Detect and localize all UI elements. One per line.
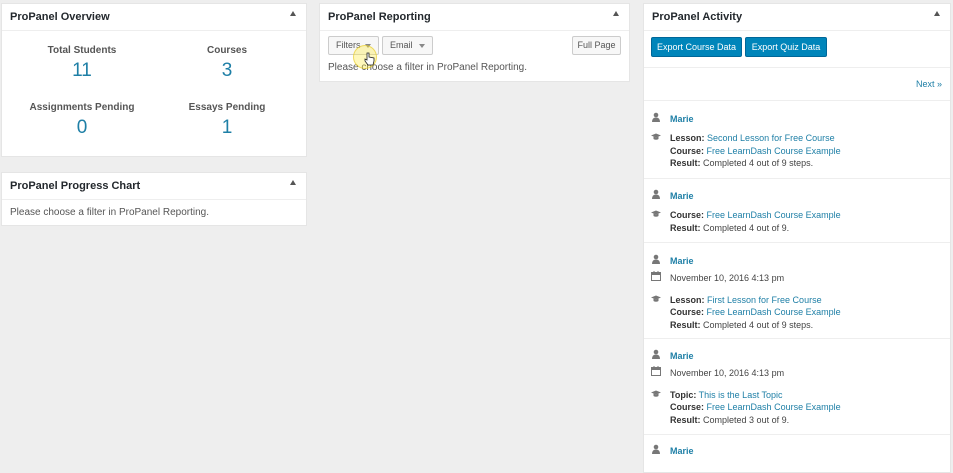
- reporting-panel: ProPanel Reporting Filters Email Full Pa…: [319, 3, 630, 82]
- divider: [644, 434, 950, 435]
- stat-value: 1: [221, 117, 233, 138]
- activity-date: November 10, 2016 4:13 pm: [670, 368, 785, 378]
- activity-course-line: Course: Free LearnDash Course Example: [670, 146, 841, 156]
- stat-label: Courses: [206, 45, 247, 56]
- stat-value: 3: [221, 60, 233, 81]
- graduation-cap-icon: [651, 390, 661, 397]
- course-label: Course:: [670, 402, 705, 412]
- divider: [644, 67, 950, 68]
- stat-courses: Courses 3: [152, 45, 302, 82]
- collapse-arrow-icon[interactable]: [613, 11, 619, 16]
- progress-chart-header[interactable]: ProPanel Progress Chart: [2, 173, 306, 200]
- divider: [644, 242, 950, 243]
- activity-result-line: Result: Completed 4 out of 9.: [670, 223, 789, 233]
- divider: [644, 338, 950, 339]
- overview-header[interactable]: ProPanel Overview: [2, 4, 306, 31]
- lesson-link[interactable]: First Lesson for Free Course: [707, 295, 822, 305]
- activity-user-link[interactable]: Marie: [670, 114, 694, 124]
- activity-result-line: Result: Completed 3 out of 9.: [670, 415, 789, 425]
- result-label: Result:: [670, 320, 701, 330]
- next-link[interactable]: Next »: [916, 79, 942, 89]
- calendar-icon: [651, 366, 661, 376]
- topic-label: Topic:: [670, 390, 697, 400]
- export-course-data-button[interactable]: Export Course Data: [651, 37, 742, 57]
- lesson-link[interactable]: Second Lesson for Free Course: [707, 133, 835, 143]
- result-value: Completed 4 out of 9.: [703, 223, 790, 233]
- activity-date: November 10, 2016 4:13 pm: [670, 273, 785, 283]
- email-label: Email: [390, 40, 413, 50]
- hand-cursor-icon: [364, 52, 375, 66]
- course-link[interactable]: Free LearnDash Course Example: [707, 307, 841, 317]
- result-value: Completed 3 out of 9.: [703, 415, 790, 425]
- collapse-arrow-icon[interactable]: [290, 11, 296, 16]
- result-value: Completed 4 out of 9 steps.: [703, 320, 814, 330]
- user-icon: [652, 254, 660, 264]
- activity-user-link[interactable]: Marie: [670, 256, 694, 266]
- stat-essays-pending: Essays Pending 1: [152, 102, 302, 139]
- course-label: Course:: [670, 146, 705, 156]
- calendar-icon: [651, 271, 661, 281]
- activity-lesson-line: Lesson: First Lesson for Free Course: [670, 295, 822, 305]
- activity-user-link[interactable]: Marie: [670, 351, 694, 361]
- export-quiz-data-button[interactable]: Export Quiz Data: [745, 37, 827, 57]
- activity-result-line: Result: Completed 4 out of 9 steps.: [670, 158, 813, 168]
- activity-result-line: Result: Completed 4 out of 9 steps.: [670, 320, 813, 330]
- graduation-cap-icon: [651, 133, 661, 140]
- email-dropdown[interactable]: Email: [382, 36, 433, 55]
- activity-course-line: Course: Free LearnDash Course Example: [670, 210, 841, 220]
- progress-chart-message: Please choose a filter in ProPanel Repor…: [10, 207, 210, 218]
- reporting-title: ProPanel Reporting: [328, 11, 431, 23]
- reporting-header[interactable]: ProPanel Reporting: [320, 4, 629, 31]
- course-link[interactable]: Free LearnDash Course Example: [707, 146, 841, 156]
- lesson-label: Lesson:: [670, 295, 705, 305]
- stat-label: Assignments Pending: [29, 102, 135, 113]
- overview-panel: ProPanel Overview Total Students 11 Cour…: [1, 3, 307, 157]
- user-icon: [652, 189, 660, 199]
- activity-course-line: Course: Free LearnDash Course Example: [670, 402, 841, 412]
- user-icon: [652, 349, 660, 359]
- topic-link[interactable]: This is the Last Topic: [699, 390, 783, 400]
- user-icon: [652, 444, 660, 454]
- result-label: Result:: [670, 223, 701, 233]
- divider: [644, 100, 950, 101]
- collapse-arrow-icon[interactable]: [934, 11, 940, 16]
- stat-total-students: Total Students 11: [7, 45, 157, 82]
- stat-label: Essays Pending: [188, 102, 266, 113]
- activity-title: ProPanel Activity: [652, 11, 743, 23]
- stat-value: 0: [76, 117, 88, 138]
- graduation-cap-icon: [651, 210, 661, 217]
- result-label: Result:: [670, 415, 701, 425]
- full-page-label: Full Page: [577, 40, 616, 50]
- activity-panel: ProPanel Activity Export Course Data Exp…: [643, 3, 951, 473]
- stat-label: Total Students: [47, 45, 117, 56]
- activity-course-line: Course: Free LearnDash Course Example: [670, 307, 841, 317]
- collapse-arrow-icon[interactable]: [290, 180, 296, 185]
- course-label: Course:: [670, 307, 705, 317]
- full-page-button[interactable]: Full Page: [572, 36, 621, 55]
- course-label: Course:: [670, 210, 705, 220]
- stat-value: 11: [72, 60, 92, 81]
- lesson-label: Lesson:: [670, 133, 705, 143]
- result-value: Completed 4 out of 9 steps.: [703, 158, 814, 168]
- activity-lesson-line: Lesson: Second Lesson for Free Course: [670, 133, 835, 143]
- activity-topic-line: Topic: This is the Last Topic: [670, 390, 783, 400]
- course-link[interactable]: Free LearnDash Course Example: [707, 210, 841, 220]
- course-link[interactable]: Free LearnDash Course Example: [707, 402, 841, 412]
- stat-assignments-pending: Assignments Pending 0: [7, 102, 157, 139]
- progress-chart-panel: ProPanel Progress Chart Please choose a …: [1, 172, 307, 226]
- activity-header[interactable]: ProPanel Activity: [644, 4, 950, 31]
- result-label: Result:: [670, 158, 701, 168]
- activity-user-link[interactable]: Marie: [670, 191, 694, 201]
- activity-user-link[interactable]: Marie: [670, 446, 694, 456]
- graduation-cap-icon: [651, 295, 661, 302]
- progress-chart-title: ProPanel Progress Chart: [10, 180, 141, 192]
- divider: [644, 178, 950, 179]
- user-icon: [652, 112, 660, 122]
- overview-title: ProPanel Overview: [10, 11, 110, 23]
- chevron-down-icon: [419, 44, 425, 48]
